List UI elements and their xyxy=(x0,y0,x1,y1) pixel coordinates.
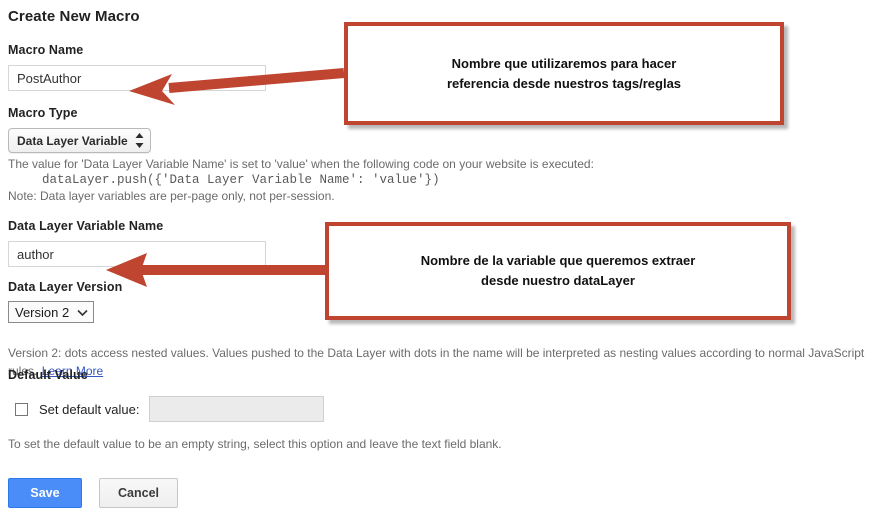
macro-type-select[interactable]: Data Layer Variable xyxy=(8,128,151,153)
page-title: Create New Macro xyxy=(8,8,140,25)
cancel-button[interactable]: Cancel xyxy=(99,478,178,508)
macro-type-code-sample: dataLayer.push({'Data Layer Variable Nam… xyxy=(42,173,440,187)
chevron-down-icon xyxy=(77,309,88,316)
data-layer-version-label: Data Layer Version xyxy=(8,280,123,294)
data-layer-variable-name-input[interactable] xyxy=(8,241,266,267)
default-value-label: Default Value xyxy=(8,368,88,382)
default-value-help: To set the default value to be an empty … xyxy=(8,437,502,451)
create-macro-page: Create New Macro Macro Name Macro Type D… xyxy=(0,0,891,520)
up-down-arrows-icon xyxy=(135,133,144,148)
macro-type-note: Note: Data layer variables are per-page … xyxy=(8,189,335,203)
macro-name-label: Macro Name xyxy=(8,43,84,57)
data-layer-variable-name-label: Data Layer Variable Name xyxy=(8,219,164,233)
macro-form: Create New Macro Macro Name Macro Type D… xyxy=(8,0,864,508)
data-layer-version-select[interactable]: Version 2 xyxy=(8,301,95,323)
save-button[interactable]: Save xyxy=(8,478,82,508)
set-default-value-checkbox[interactable] xyxy=(15,402,28,416)
macro-name-input[interactable] xyxy=(8,65,266,91)
data-layer-version-selected-value: Version 2 xyxy=(15,304,70,320)
data-layer-version-help: Version 2: dots access nested values. Va… xyxy=(8,346,865,378)
macro-type-help-line1: The value for 'Data Layer Variable Name'… xyxy=(8,157,594,171)
macro-type-label: Macro Type xyxy=(8,106,78,120)
default-value-input[interactable] xyxy=(149,396,325,422)
set-default-value-label: Set default value: xyxy=(39,401,140,417)
macro-type-selected-value: Data Layer Variable xyxy=(17,133,128,148)
